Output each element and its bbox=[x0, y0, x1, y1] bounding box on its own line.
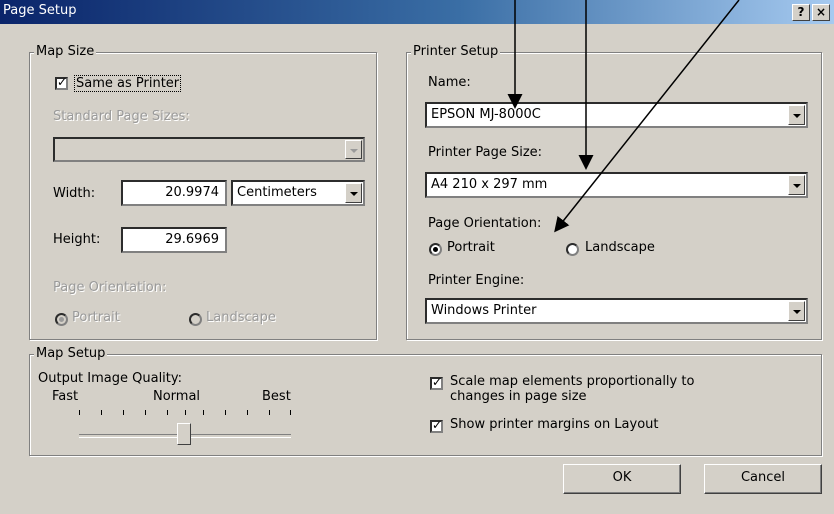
quality-fast-label: Fast bbox=[52, 389, 79, 404]
checkmark-icon: ✓ bbox=[432, 375, 443, 389]
chevron-down-icon bbox=[345, 140, 362, 159]
slider-tick bbox=[79, 410, 80, 415]
slider-tick bbox=[123, 410, 124, 415]
slider-tick bbox=[225, 410, 226, 415]
window-title: Page Setup bbox=[3, 3, 77, 18]
width-label: Width: bbox=[53, 186, 96, 201]
width-value: 20.9974 bbox=[165, 185, 219, 200]
slider-tick bbox=[290, 410, 291, 415]
map-portrait-radio bbox=[55, 313, 68, 326]
printer-page-orientation-label: Page Orientation: bbox=[428, 216, 542, 231]
slider-thumb[interactable] bbox=[177, 423, 191, 445]
map-portrait-label: Portrait bbox=[72, 310, 120, 325]
ok-button[interactable]: OK bbox=[563, 464, 681, 494]
slider-tick bbox=[203, 410, 204, 415]
standard-page-sizes-select bbox=[53, 137, 365, 162]
height-value: 29.6969 bbox=[165, 232, 219, 247]
units-select[interactable]: Centimeters bbox=[231, 180, 365, 206]
close-button[interactable]: × bbox=[812, 4, 830, 21]
width-field[interactable]: 20.9974 bbox=[121, 180, 227, 206]
show-margins-checkbox[interactable]: ✓ bbox=[430, 418, 443, 433]
slider-tick bbox=[145, 410, 146, 415]
scale-elements-label-line2[interactable]: changes in page size bbox=[450, 389, 587, 404]
scale-elements-checkbox[interactable]: ✓ bbox=[430, 375, 443, 390]
map-setup-group-label: Map Setup bbox=[34, 346, 108, 361]
chevron-down-icon[interactable] bbox=[345, 183, 362, 203]
chevron-down-icon[interactable] bbox=[788, 105, 805, 125]
height-field[interactable]: 29.6969 bbox=[121, 227, 227, 253]
checkmark-icon: ✓ bbox=[57, 75, 68, 89]
printer-portrait-radio[interactable] bbox=[429, 243, 442, 256]
map-page-orientation-label: Page Orientation: bbox=[53, 280, 167, 295]
title-bar[interactable]: Page Setup ? × bbox=[0, 0, 834, 24]
same-as-printer-checkbox[interactable]: ✓ bbox=[55, 75, 68, 90]
map-size-group-label: Map Size bbox=[34, 44, 97, 59]
chevron-down-icon[interactable] bbox=[788, 175, 805, 195]
printer-name-label: Name: bbox=[428, 75, 471, 90]
quality-slider[interactable] bbox=[75, 406, 295, 446]
map-landscape-radio bbox=[189, 313, 202, 326]
printer-page-size-value: A4 210 x 297 mm bbox=[431, 177, 548, 192]
output-image-quality-label: Output Image Quality: bbox=[38, 371, 183, 386]
printer-page-size-select[interactable]: A4 210 x 297 mm bbox=[425, 172, 808, 198]
printer-name-value: EPSON MJ-8000C bbox=[431, 107, 541, 122]
slider-tick bbox=[101, 410, 102, 415]
quality-normal-label: Normal bbox=[153, 389, 201, 404]
printer-setup-group-label: Printer Setup bbox=[411, 44, 501, 59]
same-as-printer-label[interactable]: Same as Printer bbox=[74, 75, 182, 92]
checkmark-icon: ✓ bbox=[432, 418, 443, 432]
scale-elements-label-line1[interactable]: Scale map elements proportionally to bbox=[450, 374, 694, 389]
slider-tick bbox=[269, 410, 270, 415]
printer-engine-value: Windows Printer bbox=[431, 303, 537, 318]
printer-page-size-label: Printer Page Size: bbox=[428, 145, 543, 160]
chevron-down-icon[interactable] bbox=[788, 301, 805, 321]
slider-tick bbox=[185, 410, 186, 415]
printer-engine-select[interactable]: Windows Printer bbox=[425, 298, 808, 324]
printer-name-select[interactable]: EPSON MJ-8000C bbox=[425, 102, 808, 128]
slider-tick bbox=[167, 410, 168, 415]
standard-page-sizes-label: Standard Page Sizes: bbox=[53, 109, 190, 124]
quality-best-label: Best bbox=[262, 389, 291, 404]
show-margins-label[interactable]: Show printer margins on Layout bbox=[450, 417, 659, 432]
map-landscape-label: Landscape bbox=[206, 310, 276, 325]
cancel-button[interactable]: Cancel bbox=[704, 464, 822, 494]
units-value: Centimeters bbox=[237, 185, 317, 200]
printer-landscape-label[interactable]: Landscape bbox=[585, 240, 655, 255]
printer-landscape-radio[interactable] bbox=[566, 243, 579, 256]
printer-portrait-label[interactable]: Portrait bbox=[447, 240, 495, 255]
printer-engine-label: Printer Engine: bbox=[428, 273, 525, 288]
height-label: Height: bbox=[53, 232, 101, 247]
help-button[interactable]: ? bbox=[792, 4, 810, 21]
slider-tick bbox=[247, 410, 248, 415]
